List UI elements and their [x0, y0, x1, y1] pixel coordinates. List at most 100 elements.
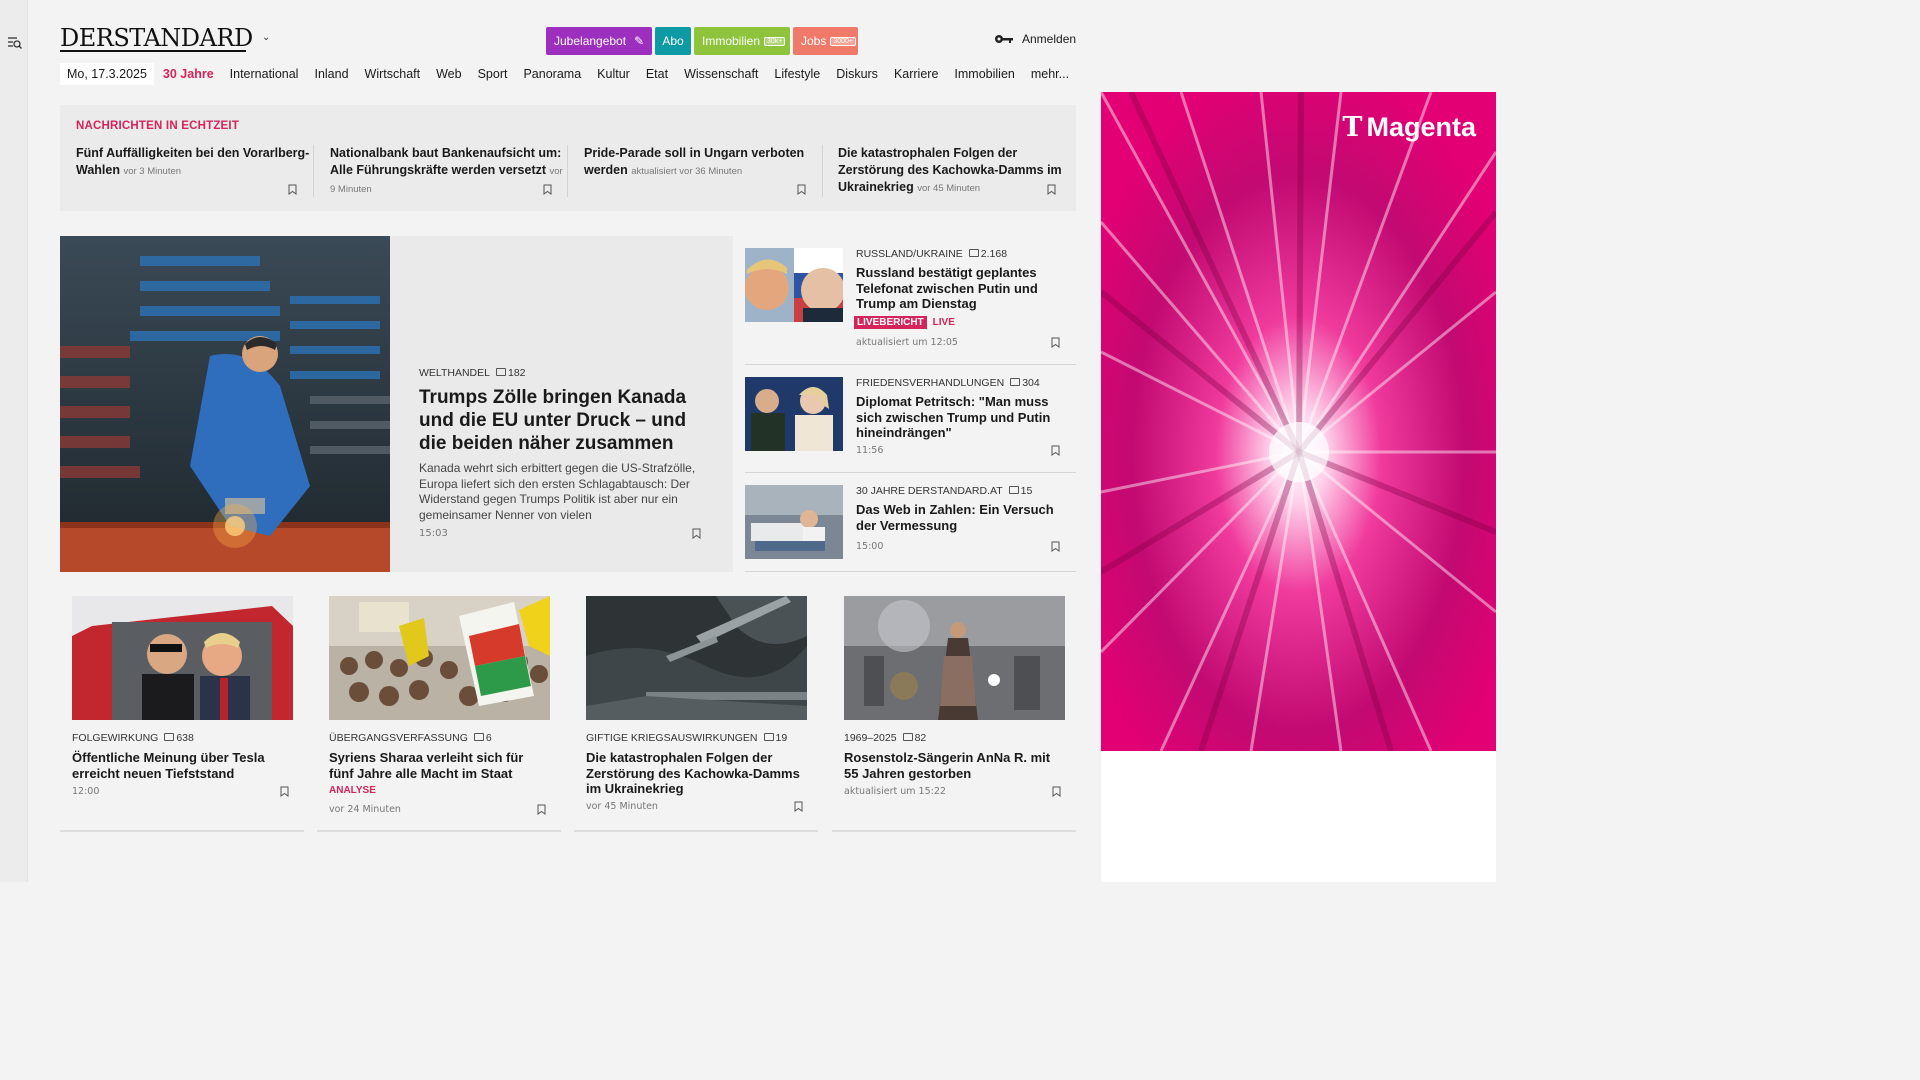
divider: [745, 571, 1076, 572]
bookmark-icon[interactable]: [1052, 786, 1061, 797]
article-image: [844, 596, 1065, 720]
nav-item-web[interactable]: Web: [436, 67, 461, 81]
article-card[interactable]: ÜBERGANGSVERFASSUNG 6 Syriens Sharaa verl…: [329, 596, 550, 826]
article-time: 12:00: [72, 786, 100, 797]
article-kicker-label: ÜBERGANGSVERFASSUNG: [329, 732, 468, 744]
bookmark-icon[interactable]: [692, 528, 701, 539]
bookmark-icon[interactable]: [288, 184, 297, 195]
side-article[interactable]: 30 JAHRE DERSTANDARD.AT 15 Das Web in Zah…: [745, 485, 1076, 565]
divider: [745, 364, 1076, 365]
bookmark-icon[interactable]: [1047, 184, 1056, 195]
ticker-time: vor 3 Minuten: [123, 166, 182, 177]
comment-count: 19: [775, 732, 788, 744]
login-label: Anmelden: [1022, 32, 1077, 46]
pill-label: Jobs: [801, 34, 827, 48]
hero-title[interactable]: Trumps Zölle bringen Kanada und die EU u…: [419, 386, 715, 455]
article-card[interactable]: 1969–2025 82 Rosenstolz-Sängerin AnNa R. …: [844, 596, 1065, 816]
menu-search-icon[interactable]: [8, 36, 22, 50]
article-kicker: ÜBERGANGSVERFASSUNG 6: [329, 732, 492, 744]
article-image: [745, 485, 843, 559]
article-kicker: RUSSLAND/UKRAINE 2.168: [856, 248, 1007, 260]
bookmark-icon[interactable]: [1051, 541, 1060, 552]
bookmark-icon[interactable]: [280, 786, 289, 797]
comment-icon: [902, 733, 913, 741]
bookmark-icon[interactable]: [1051, 445, 1060, 456]
article-time: 15:00: [856, 541, 884, 552]
ticker-item[interactable]: Die katastrophalen Folgen der Zerstörung…: [838, 145, 1076, 201]
nav-item-etat[interactable]: Etat: [646, 67, 668, 81]
side-article[interactable]: FRIEDENSVERHANDLUNGEN 304 Diplomat Petrit…: [745, 377, 1076, 467]
article-kicker: FOLGEWIRKUNG 638: [72, 732, 194, 744]
hero-time: 15:03: [419, 528, 448, 539]
ticker-item[interactable]: Pride-Parade soll in Ungarn verboten wer…: [584, 145, 822, 201]
bookmark-icon[interactable]: [794, 801, 803, 812]
side-article[interactable]: RUSSLAND/UKRAINE 2.168 Russland bestätigt…: [745, 248, 1076, 358]
comment-count: 638: [176, 732, 194, 744]
article-card[interactable]: GIFTIGE KRIEGSAUSWIRKUNGEN 19 Die katastr…: [586, 596, 807, 826]
chevron-down-icon[interactable]: ⌄: [262, 32, 270, 43]
article-time: vor 24 Minuten: [329, 804, 401, 815]
nav-item-karriere[interactable]: Karriere: [894, 67, 938, 81]
login-button[interactable]: Anmelden: [994, 32, 1076, 46]
nav-item-more[interactable]: mehr...: [1031, 67, 1069, 81]
article-title[interactable]: Rosenstolz-Sängerin AnNa R. mit 55 Jahre…: [844, 750, 1065, 781]
pill-jobs[interactable]: Jobs 3000+: [793, 27, 858, 55]
divider: [745, 472, 1076, 473]
article-kicker: GIFTIGE KRIEGSAUSWIRKUNGEN 19: [586, 732, 787, 744]
ticker-item[interactable]: Nationalbank baut Bankenaufsicht um: All…: [330, 145, 568, 201]
comment-count: 2.168: [980, 248, 1008, 260]
comment-icon: [164, 733, 175, 741]
article-image: [745, 248, 843, 322]
bookmark-icon[interactable]: [797, 184, 806, 195]
pill-label: Abo: [662, 34, 684, 48]
nav-item-sport[interactable]: Sport: [478, 67, 508, 81]
article-title[interactable]: Diplomat Petritsch: "Man muss sich zwisc…: [856, 394, 1066, 441]
nav-item-30-jahre[interactable]: 30 Jahre: [163, 67, 214, 81]
divider: [574, 830, 818, 832]
article-title[interactable]: Die katastrophalen Folgen der Zerstörung…: [586, 750, 807, 797]
comment-icon: [1010, 378, 1021, 386]
comment-icon: [1008, 486, 1019, 494]
pill-jubelangebot[interactable]: Jubelangebot ✎: [546, 27, 652, 55]
nav-item-diskurs[interactable]: Diskurs: [836, 67, 878, 81]
nav-item-inland[interactable]: Inland: [314, 67, 348, 81]
comment-count: 15: [1020, 485, 1033, 497]
article-image: [72, 596, 293, 720]
article-title[interactable]: Öffentliche Meinung über Tesla erreicht …: [72, 750, 293, 781]
nav-item-lifestyle[interactable]: Lifestyle: [774, 67, 820, 81]
article-card[interactable]: FOLGEWIRKUNG 638 Öffentliche Meinung über…: [72, 596, 293, 816]
nav-item-wissenschaft[interactable]: Wissenschaft: [684, 67, 758, 81]
article-title[interactable]: Russland bestätigt geplantes Telefonat z…: [856, 265, 1066, 312]
divider: [822, 145, 823, 197]
article-kicker: 30 JAHRE DERSTANDARD.AT 15: [856, 485, 1032, 497]
advertisement-banner[interactable]: T Magenta: [1101, 92, 1496, 751]
article-title[interactable]: Syriens Sharaa verleiht sich für fünf Ja…: [329, 750, 550, 781]
bookmark-icon[interactable]: [537, 804, 546, 815]
nav-item-kultur[interactable]: Kultur: [597, 67, 630, 81]
pill-abo[interactable]: Abo: [655, 27, 691, 55]
article-kicker: FRIEDENSVERHANDLUNGEN 304: [856, 377, 1040, 389]
nav-item-immobilien[interactable]: Immobilien: [954, 67, 1014, 81]
nav-item-panorama[interactable]: Panorama: [523, 67, 581, 81]
divider: [317, 830, 561, 832]
hero-teaser: Kanada wehrt sich erbittert gegen die US…: [419, 461, 696, 522]
article-time: aktualisiert um 15:22: [844, 786, 946, 797]
analysis-tag: ANALYSE: [329, 785, 376, 796]
ad-space-blank: [1101, 751, 1496, 882]
bookmark-icon[interactable]: [543, 184, 552, 195]
ticker-item[interactable]: Fünf Auffälligkeiten bei den Vorarlberg-…: [76, 145, 314, 201]
site-logo[interactable]: DERSTANDARD: [60, 24, 253, 52]
article-title[interactable]: Das Web in Zahlen: Ein Versuch der Verme…: [856, 502, 1066, 533]
main-nav: Mo, 17.3.2025 30 Jahre International Inl…: [60, 62, 1085, 86]
ticker-time: vor 45 Minuten: [917, 183, 981, 194]
nav-item-wirtschaft[interactable]: Wirtschaft: [365, 67, 421, 81]
current-date: Mo, 17.3.2025: [60, 63, 154, 85]
article-kicker-label: 30 JAHRE DERSTANDARD.AT: [856, 485, 1003, 497]
article-kicker-label: FOLGEWIRKUNG: [72, 732, 159, 744]
divider: [832, 830, 1076, 832]
hero-article[interactable]: WELTHANDEL 182 Trumps Zölle bringen Kanad…: [60, 236, 733, 572]
nav-item-international[interactable]: International: [230, 67, 299, 81]
bookmark-icon[interactable]: [1051, 337, 1060, 348]
pill-immobilien[interactable]: Immobilien 30k+: [694, 27, 790, 55]
article-time: vor 45 Minuten: [586, 801, 658, 812]
